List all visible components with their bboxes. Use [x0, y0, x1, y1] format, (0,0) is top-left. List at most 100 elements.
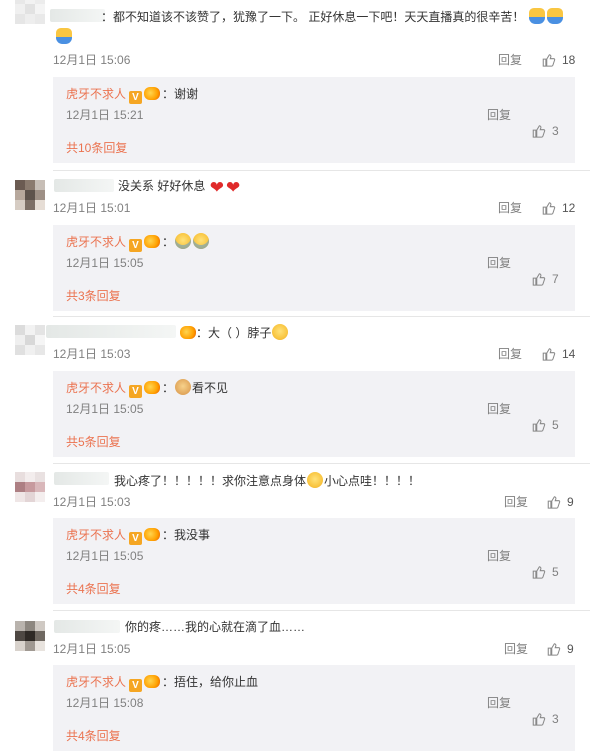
level-badge-icon	[180, 326, 196, 339]
like-count: 3	[552, 712, 559, 726]
hug-emoji-icon	[56, 28, 72, 44]
reply-author[interactable]: 虎牙不求人	[66, 381, 126, 395]
comment-meta: 12月1日 15:03 回复 9	[53, 494, 578, 510]
view-more-replies-link[interactable]: 共3条回复	[66, 287, 121, 304]
level-badge-icon	[144, 528, 161, 541]
reply-row: 虎牙不求人 V ：我没事	[66, 528, 211, 545]
like-button[interactable]: 3	[531, 123, 559, 139]
reply-text: 我没事	[174, 528, 211, 542]
comment-text: 没关系 好好休息 ❤ ❤	[118, 178, 241, 196]
hug-emoji-icon	[528, 8, 545, 24]
level-badge-icon	[144, 381, 161, 394]
like-button[interactable]: 5	[531, 417, 559, 433]
like-button[interactable]: 7	[531, 271, 559, 287]
reply-button[interactable]: 回复	[487, 401, 511, 417]
comment-time: 12月1日 15:03	[53, 495, 131, 509]
reply-button[interactable]: 回复	[487, 255, 511, 271]
comment-text: ：都不知道该不该赞了，犹豫了一下。 正好休息一下吧！天天直播真的很辛苦！	[101, 8, 564, 25]
like-count: 9	[567, 642, 574, 656]
reply-button[interactable]: 回复	[487, 107, 511, 123]
reply-button[interactable]: 回复	[504, 641, 528, 657]
reply-button[interactable]: 回复	[498, 346, 522, 362]
like-button[interactable]: 14	[541, 346, 575, 362]
reply-time: 12月1日 15:05	[66, 256, 144, 270]
comment-text-content: ：大（ ）脖子	[196, 326, 272, 340]
view-more-replies-link[interactable]: 共4条回复	[66, 580, 121, 597]
reply-button[interactable]: 回复	[487, 695, 511, 711]
verified-v-icon: V	[129, 679, 143, 692]
thumbs-up-icon	[542, 54, 556, 67]
reply-time: 12月1日 15:21	[66, 108, 144, 122]
like-button[interactable]: 12	[541, 200, 575, 216]
like-button[interactable]: 3	[531, 711, 559, 727]
username-blurred[interactable]	[46, 325, 176, 338]
avatar[interactable]	[15, 180, 45, 210]
avatar[interactable]	[15, 472, 45, 502]
like-count: 5	[552, 565, 559, 579]
avatar[interactable]	[15, 325, 45, 355]
reply-author[interactable]: 虎牙不求人	[66, 87, 126, 101]
like-count: 5	[552, 418, 559, 432]
like-button[interactable]: 5	[531, 564, 559, 580]
heart-icon: ❤	[225, 178, 241, 197]
comment-text-content: ：都不知道该不该赞了，犹豫了一下。 正好休息一下吧！天天直播真的很辛苦！	[101, 10, 525, 24]
reply-row: 虎牙不求人 V ：捂住，给你止血	[66, 675, 259, 692]
thumbs-up-icon	[547, 496, 561, 509]
avatar[interactable]	[15, 0, 45, 24]
reply-meta: 12月1日 15:05 回复 5	[66, 548, 565, 579]
comment-text: 我心疼了！！！！！求你注意点身体 小心点哇！！！！	[114, 472, 420, 489]
level-badge-icon	[144, 235, 161, 248]
username-blurred[interactable]	[50, 9, 105, 22]
username-blurred[interactable]	[54, 472, 109, 485]
reply-button[interactable]: 回复	[498, 200, 522, 216]
level-badge-icon	[144, 87, 161, 100]
reply-button[interactable]: 回复	[504, 494, 528, 510]
like-button[interactable]: 9	[546, 641, 574, 657]
comment-item: ：都不知道该不该赞了，犹豫了一下。 正好休息一下吧！天天直播真的很辛苦！ 12月…	[0, 0, 590, 170]
comment-text: ：大（ ）脖子	[178, 324, 289, 341]
username-blurred[interactable]	[54, 620, 120, 633]
reply-meta: 12月1日 15:05 回复 5	[66, 401, 565, 432]
comment-item: 没关系 好好休息 ❤ ❤ 12月1日 15:01 回复 12 虎牙不求人 V： 12…	[0, 170, 590, 316]
reply-author[interactable]: 虎牙不求人	[66, 528, 126, 542]
thumbs-up-icon	[532, 125, 546, 138]
thumbs-up-icon	[532, 273, 546, 286]
like-count: 3	[552, 124, 559, 138]
reply-button[interactable]: 回复	[498, 52, 522, 68]
reply-box: 虎牙不求人 V ：我没事 12月1日 15:05 回复 5 共4条回复	[53, 518, 575, 604]
view-more-replies-link[interactable]: 共10条回复	[66, 139, 127, 156]
comment-text: 你的疼……我的心就在滴了血……	[125, 619, 305, 635]
reply-time: 12月1日 15:08	[66, 696, 144, 710]
reply-meta: 12月1日 15:08 回复 3	[66, 695, 565, 726]
verified-v-icon: V	[129, 532, 143, 545]
thumbs-up-icon	[542, 348, 556, 361]
reply-author[interactable]: 虎牙不求人	[66, 235, 126, 249]
view-more-replies-link[interactable]: 共4条回复	[66, 727, 121, 744]
thumbs-up-icon	[532, 566, 546, 579]
reply-button[interactable]: 回复	[487, 548, 511, 564]
reply-author[interactable]: 虎牙不求人	[66, 675, 126, 689]
reply-box: 虎牙不求人 V ：捂住，给你止血 12月1日 15:08 回复 3 共4条回复	[53, 665, 575, 751]
comment-text-content: 没关系 好好休息	[118, 179, 206, 193]
like-button[interactable]: 9	[546, 494, 574, 510]
username-blurred[interactable]	[54, 179, 114, 192]
like-button[interactable]: 18	[541, 52, 575, 68]
reply-box: 虎牙不求人 V：看不见 12月1日 15:05 回复 5 共5条回复	[53, 371, 575, 457]
comment-time: 12月1日 15:03	[53, 347, 131, 361]
reply-text: 看不见	[192, 381, 229, 395]
verified-v-icon: V	[129, 91, 143, 104]
reply-row: 虎牙不求人 V ：谢谢	[66, 87, 199, 104]
thumbs-up-icon	[532, 713, 546, 726]
reply-row: 虎牙不求人 V：看不见	[66, 379, 229, 398]
view-more-replies-link[interactable]: 共5条回复	[66, 433, 121, 450]
thumbs-up-icon	[532, 419, 546, 432]
reply-text: 谢谢	[174, 87, 199, 101]
avatar[interactable]	[15, 621, 45, 651]
heart-icon: ❤	[209, 178, 224, 197]
comment-time: 12月1日 15:05	[53, 642, 131, 656]
reply-meta: 12月1日 15:21 回复 3	[66, 107, 565, 138]
crying-emoji-icon	[193, 233, 210, 249]
reply-box: 虎牙不求人 V： 12月1日 15:05 回复 7 共3条回复	[53, 225, 575, 311]
crying-emoji-icon	[175, 233, 192, 249]
reply-time: 12月1日 15:05	[66, 549, 144, 563]
